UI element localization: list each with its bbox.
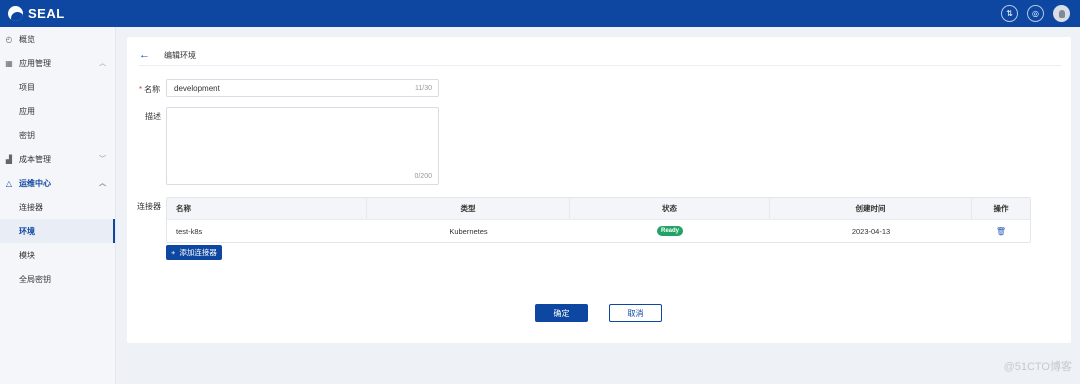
connector-name: test-k8s bbox=[176, 226, 203, 236]
column-header-status: 状态 bbox=[570, 198, 770, 219]
column-header-type: 类型 bbox=[367, 198, 570, 219]
add-connector-label: 添加连接器 bbox=[179, 248, 217, 257]
name-input-value: development bbox=[174, 84, 220, 93]
sidebar-item-label: 项目 bbox=[19, 82, 35, 92]
sidebar-group-ops-center[interactable]: △ 运维中心 ︿ bbox=[0, 171, 115, 195]
required-marker: * bbox=[139, 85, 143, 94]
actions-cell: 🗑 bbox=[972, 220, 1030, 242]
sidebar-item-projects[interactable]: 项目 bbox=[0, 75, 115, 99]
sidebar-item-label: 应用 bbox=[19, 106, 35, 116]
name-char-count: 11/30 bbox=[415, 85, 432, 92]
connector-table: 名称 类型 状态 创建时间 操作 test-k8s Kubernetes Rea… bbox=[166, 197, 1031, 243]
sidebar-group-cost-management[interactable]: ▟ 成本管理 ﹀ bbox=[0, 147, 115, 171]
chevron-down-icon: ﹀ bbox=[99, 156, 106, 163]
confirm-button[interactable]: 确定 bbox=[535, 304, 588, 322]
sidebar-item-environments[interactable]: 环境 bbox=[0, 219, 115, 243]
column-header-name: 名称 bbox=[167, 198, 367, 219]
dashboard-icon: ◴ bbox=[5, 34, 13, 44]
sidebar-item-label: 连接器 bbox=[19, 202, 43, 212]
sidebar-item-label: 密钥 bbox=[19, 130, 35, 140]
name-label-text: 名称 bbox=[144, 85, 161, 94]
status-badge: Ready bbox=[656, 226, 683, 236]
sidebar-item-connectors[interactable]: 连接器 bbox=[0, 195, 115, 219]
sidebar-item-label: 运维中心 bbox=[19, 178, 51, 188]
cancel-button[interactable]: 取消 bbox=[609, 304, 662, 322]
page-title: 编辑环境 bbox=[164, 50, 196, 60]
translate-icon[interactable]: ⇅ bbox=[1001, 5, 1018, 22]
name-label: * 名称 bbox=[139, 84, 160, 95]
chevron-up-icon: ︿ bbox=[99, 180, 106, 187]
user-avatar[interactable] bbox=[1053, 5, 1070, 22]
sidebar-item-label: 成本管理 bbox=[19, 154, 51, 164]
bar-chart-icon: ▟ bbox=[5, 154, 13, 164]
connector-created: 2023-04-13 bbox=[851, 226, 891, 236]
user-icon bbox=[1058, 9, 1065, 18]
page-header: ← 编辑环境 bbox=[139, 45, 1061, 66]
sidebar-item-label: 模块 bbox=[19, 250, 35, 260]
status-cell: Ready bbox=[570, 220, 770, 242]
table-header: 名称 类型 状态 创建时间 操作 bbox=[167, 198, 1030, 219]
sidebar-item-modules[interactable]: 模块 bbox=[0, 243, 115, 267]
grid-icon: ▦ bbox=[5, 58, 13, 68]
seal-logo-icon bbox=[8, 6, 23, 21]
plus-icon: + bbox=[171, 248, 176, 257]
table-row: test-k8s Kubernetes Ready 2023-04-13 🗑 bbox=[167, 219, 1030, 242]
sidebar-item-label: 应用管理 bbox=[19, 58, 51, 68]
description-char-count: 0/200 bbox=[414, 173, 432, 180]
sidebar-item-applications[interactable]: 应用 bbox=[0, 99, 115, 123]
column-header-created: 创建时间 bbox=[770, 198, 972, 219]
watermark: @51CTO博客 bbox=[1003, 361, 1072, 373]
sidebar-item-label: 概览 bbox=[19, 34, 35, 44]
delete-icon[interactable]: 🗑 bbox=[996, 227, 1006, 236]
column-header-actions: 操作 bbox=[993, 204, 1009, 213]
sidebar-group-app-management[interactable]: ▦ 应用管理 ︿ bbox=[0, 51, 115, 75]
sidebar-item-label: 全局密钥 bbox=[19, 274, 51, 284]
sidebar-item-overview[interactable]: ◴ 概览 bbox=[0, 27, 115, 51]
ops-icon: △ bbox=[5, 178, 13, 188]
back-arrow-icon[interactable]: ← bbox=[139, 49, 150, 61]
top-actions: ⇅ ◎ bbox=[1001, 5, 1070, 22]
name-input[interactable]: development 11/30 bbox=[166, 79, 439, 97]
description-textarea[interactable]: 0/200 bbox=[166, 107, 439, 185]
sidebar: ◴ 概览 ▦ 应用管理 ︿ 项目 应用 密钥 ▟ 成本管理 ﹀ △ 运维中心 ︿… bbox=[0, 27, 116, 384]
chevron-up-icon: ︿ bbox=[99, 60, 106, 67]
connector-type: Kubernetes bbox=[449, 226, 488, 236]
sidebar-item-global-secrets[interactable]: 全局密钥 bbox=[0, 267, 115, 291]
help-icon[interactable]: ◎ bbox=[1027, 5, 1044, 22]
logo[interactable]: SEAL bbox=[8, 6, 65, 21]
top-bar: SEAL ⇅ ◎ bbox=[0, 0, 1080, 27]
brand-name: SEAL bbox=[28, 6, 65, 21]
sidebar-item-secrets[interactable]: 密钥 bbox=[0, 123, 115, 147]
add-connector-button[interactable]: + 添加连接器 bbox=[166, 245, 222, 260]
sidebar-item-label: 环境 bbox=[19, 226, 35, 236]
description-label: 描述 bbox=[145, 112, 161, 121]
connector-label: 连接器 bbox=[137, 202, 161, 211]
edit-environment-card: ← 编辑环境 * 名称 development 11/30 描述 0/200 连接… bbox=[127, 37, 1071, 343]
